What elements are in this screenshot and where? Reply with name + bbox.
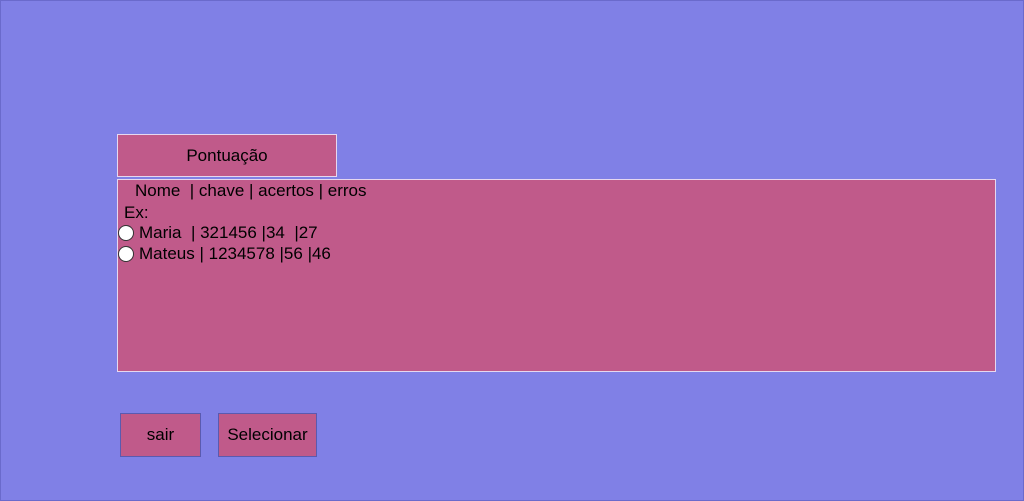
score-list-panel: Nome | chave | acertos | erros Ex: Maria… — [117, 179, 996, 372]
exit-button-label: sair — [146, 425, 175, 444]
score-row[interactable]: Maria | 321456 |34 |27 — [118, 223, 318, 243]
score-title: Pontuação — [117, 134, 337, 177]
score-row-radio[interactable] — [118, 246, 134, 262]
exit-button[interactable]: sair — [120, 413, 201, 457]
example-label: Ex: — [124, 203, 149, 222]
select-button-label: Selecionar — [227, 425, 308, 444]
select-button[interactable]: Selecionar — [218, 413, 317, 457]
score-row-text: Maria | 321456 |34 |27 — [139, 223, 318, 242]
score-list-header: Nome | chave | acertos | erros — [135, 181, 367, 200]
score-title-label: Pontuação — [186, 145, 268, 165]
score-row-radio[interactable] — [118, 225, 134, 241]
score-row[interactable]: Mateus | 1234578 |56 |46 — [118, 244, 331, 264]
score-row-text: Mateus | 1234578 |56 |46 — [139, 244, 331, 263]
